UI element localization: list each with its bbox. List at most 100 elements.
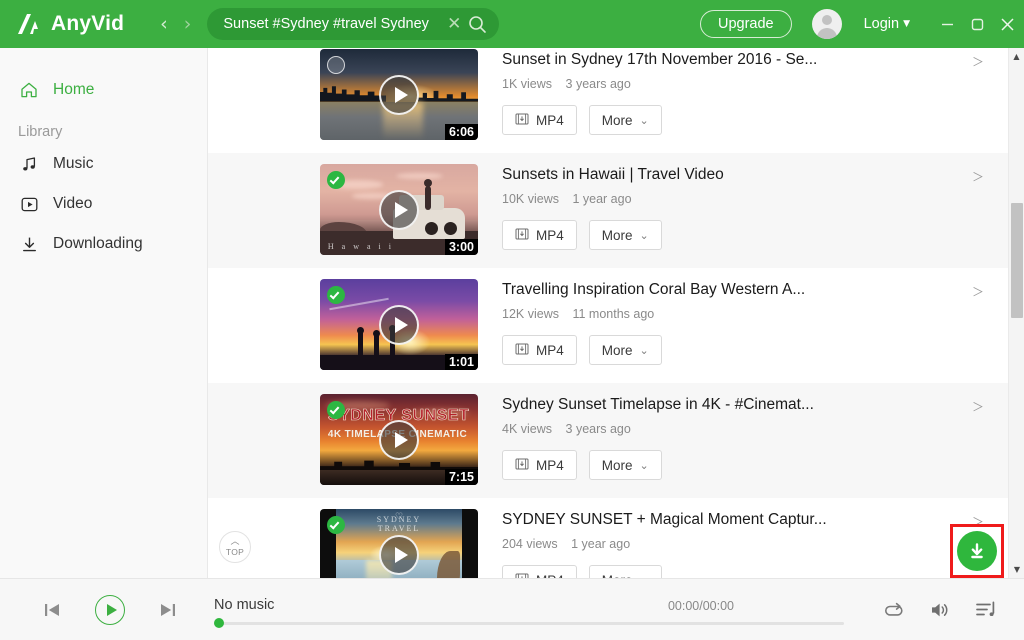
search-input[interactable] — [223, 16, 448, 32]
select-checkbox[interactable] — [327, 516, 345, 534]
user-avatar-icon[interactable] — [811, 9, 842, 39]
playlist-icon[interactable] — [974, 598, 998, 622]
video-title[interactable]: SYDNEY SUNSET + Magical Moment Captur... — [502, 511, 827, 529]
anyvid-window: AnyVid ‹ › ✕ Upgrade Login ▼ — [0, 0, 1024, 640]
now-playing: No music 00:00/00:00 — [214, 595, 844, 628]
table-row[interactable]: 1:01 Travelling Inspiration Coral Bay We… — [208, 268, 1008, 383]
scroll-top-label: TOP — [225, 546, 245, 557]
mp4-download-button[interactable]: MP4 — [502, 565, 577, 578]
sidebar-item-label: Home — [53, 81, 95, 98]
thumbnail-watermark: SYDNEY TRAVEL — [376, 515, 422, 534]
more-options-button[interactable]: More ⌄ — [588, 565, 662, 579]
mp4-label: MP4 — [536, 112, 564, 128]
chevron-down-icon[interactable]: ＞ — [972, 281, 984, 300]
chevron-down-icon: ⌄ — [640, 574, 649, 579]
sidebar-section-library: Library — [18, 124, 63, 140]
video-title[interactable]: Sunset in Sydney 17th November 2016 - Se… — [502, 51, 817, 69]
search-icon[interactable] — [468, 15, 487, 34]
play-icon[interactable] — [95, 594, 125, 625]
play-overlay-icon[interactable] — [379, 304, 419, 345]
chevron-down-icon: ▼ — [903, 18, 910, 29]
video-thumbnail[interactable]: 1:01 — [320, 279, 478, 370]
close-icon[interactable] — [992, 9, 1022, 39]
sidebar: Home Library Music Video Downloading — [0, 48, 208, 578]
scrollbar[interactable]: ▲ ▼ — [1008, 48, 1024, 578]
video-title[interactable]: Travelling Inspiration Coral Bay Western… — [502, 281, 805, 299]
video-title[interactable]: Sydney Sunset Timelapse in 4K - #Cinemat… — [502, 396, 814, 414]
video-meta: Sunset in Sydney 17th November 2016 - Se… — [502, 49, 1008, 135]
download-all-icon[interactable] — [957, 531, 997, 571]
video-stats: 4K views 3 years ago — [502, 422, 1008, 436]
mp4-label: MP4 — [536, 227, 564, 243]
clear-x-icon[interactable]: ✕ — [447, 15, 461, 33]
scroll-down-arrow-icon[interactable]: ▼ — [1009, 561, 1024, 578]
sidebar-item-home[interactable]: Home — [0, 70, 207, 110]
table-row[interactable]: 6:06 Sunset in Sydney 17th November 2016… — [208, 48, 1008, 153]
scroll-up-arrow-icon[interactable]: ▲ — [1009, 48, 1024, 65]
progress-slider[interactable] — [214, 618, 844, 628]
sidebar-item-label: Music — [53, 155, 94, 172]
video-meta: Sunsets in Hawaii | Travel Video ＞ 10K v… — [502, 164, 1008, 250]
scroll-to-top-icon[interactable]: ︿ TOP — [219, 531, 251, 563]
select-checkbox[interactable] — [327, 286, 345, 304]
mp4-download-button[interactable]: MP4 — [502, 450, 577, 480]
time-display: 00:00/00:00 — [667, 598, 734, 613]
play-overlay-icon[interactable] — [379, 419, 419, 460]
sidebar-item-downloading[interactable]: Downloading — [0, 224, 207, 264]
sidebar-item-label: Video — [53, 195, 93, 212]
table-row[interactable]: H a w a i i 3:00 Sunsets in Hawaii | Tra… — [208, 153, 1008, 268]
more-options-button[interactable]: More ⌄ — [588, 335, 662, 365]
chevron-right-icon[interactable]: › — [184, 14, 192, 34]
play-overlay-icon[interactable] — [379, 74, 419, 115]
mp4-download-button[interactable]: MP4 — [502, 220, 577, 250]
mp4-download-button[interactable]: MP4 — [502, 335, 577, 365]
more-options-button[interactable]: More ⌄ — [588, 220, 662, 250]
login-menu[interactable]: Login ▼ — [864, 16, 910, 32]
video-meta: SYDNEY SUNSET + Magical Moment Captur...… — [502, 509, 1008, 578]
repeat-icon[interactable] — [882, 598, 906, 622]
more-options-button[interactable]: More ⌄ — [588, 450, 662, 480]
next-track-icon[interactable] — [150, 592, 186, 628]
chevron-down-icon[interactable]: ＞ — [972, 166, 984, 185]
chevron-left-icon[interactable]: ‹ — [160, 14, 168, 34]
table-row[interactable]: ♡ SYDNEY TRAVEL SYDNEY SUNSET + Magical … — [208, 498, 1008, 578]
video-title[interactable]: Sunsets in Hawaii | Travel Video — [502, 166, 724, 184]
previous-track-icon[interactable] — [34, 592, 70, 628]
select-checkbox[interactable] — [327, 401, 345, 419]
minimize-icon[interactable] — [932, 9, 962, 39]
sidebar-item-video[interactable]: Video — [0, 184, 207, 224]
video-meta: Travelling Inspiration Coral Bay Western… — [502, 279, 1008, 365]
video-stats: 10K views 1 year ago — [502, 192, 1008, 206]
video-thumbnail[interactable]: 6:06 — [320, 49, 478, 140]
video-stats: 12K views 11 months ago — [502, 307, 1008, 321]
play-overlay-icon[interactable] — [379, 534, 419, 575]
play-overlay-icon[interactable] — [379, 189, 419, 230]
sidebar-item-music[interactable]: Music — [0, 144, 207, 184]
video-thumbnail[interactable]: ♡ SYDNEY TRAVEL — [320, 509, 478, 578]
video-thumbnail[interactable]: H a w a i i 3:00 — [320, 164, 478, 255]
chevron-down-icon[interactable]: ＞ — [972, 396, 984, 415]
chevron-down-icon: ⌄ — [639, 458, 649, 472]
more-options-button[interactable]: More ⌄ — [588, 105, 662, 135]
film-download-icon — [515, 227, 529, 244]
film-download-icon — [515, 112, 529, 129]
mp4-download-button[interactable]: MP4 — [502, 105, 577, 135]
search-bar[interactable]: ✕ — [207, 8, 500, 40]
select-checkbox[interactable] — [327, 56, 345, 74]
upload-age: 1 year ago — [571, 537, 631, 551]
player-bar: No music 00:00/00:00 — [0, 578, 1024, 640]
scrollbar-thumb[interactable] — [1011, 203, 1023, 318]
view-count: 10K views — [502, 192, 559, 206]
video-duration: 6:06 — [444, 124, 478, 140]
maximize-icon[interactable] — [962, 9, 992, 39]
video-thumbnail[interactable]: SYDNEY SUNSET 4K TIMELAPSE CINEMATIC 7:1… — [320, 394, 478, 485]
view-count: 12K views — [502, 307, 559, 321]
upgrade-button[interactable]: Upgrade — [699, 10, 792, 38]
video-stats: 1K views 3 years ago — [502, 77, 1008, 91]
select-checkbox[interactable] — [327, 171, 345, 189]
volume-icon[interactable] — [928, 598, 952, 622]
chevron-down-icon[interactable]: ＞ — [972, 51, 984, 70]
view-count: 1K views — [502, 77, 553, 91]
progress-knob[interactable] — [214, 618, 224, 628]
table-row[interactable]: SYDNEY SUNSET 4K TIMELAPSE CINEMATIC 7:1… — [208, 383, 1008, 498]
